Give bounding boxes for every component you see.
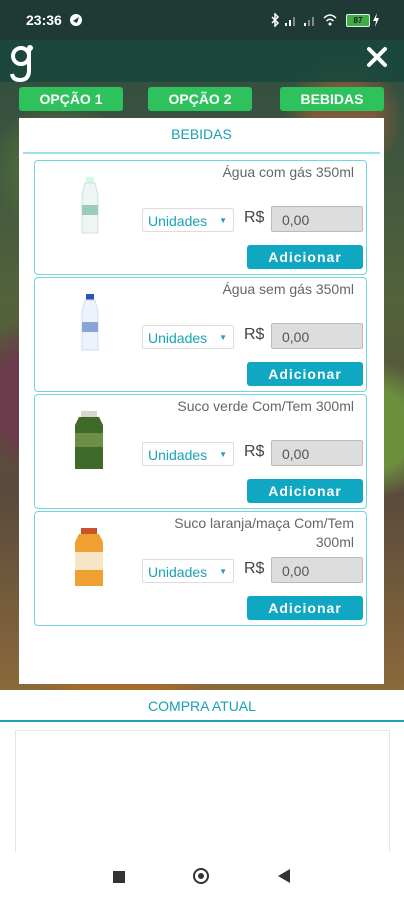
panel-divider bbox=[23, 152, 380, 154]
currency-label: R$ bbox=[244, 560, 265, 577]
currency-label: R$ bbox=[244, 326, 265, 343]
add-button[interactable]: Adicionar bbox=[247, 245, 363, 269]
add-button[interactable]: Adicionar bbox=[247, 479, 363, 503]
category-tabs: OPÇÃO 1 OPÇÃO 2 BEBIDAS bbox=[0, 87, 404, 113]
dropdown-caret-icon: ▼ bbox=[219, 450, 227, 459]
orange-juice-bottle-icon bbox=[75, 528, 103, 586]
bluetooth-icon bbox=[271, 13, 280, 27]
product-card: Água sem gás 350ml Unidades ▼ R$ 0,00 Adi… bbox=[34, 277, 367, 392]
dropdown-caret-icon: ▼ bbox=[219, 333, 227, 342]
tab-opcao-2[interactable]: OPÇÃO 2 bbox=[148, 87, 252, 111]
price-field: 0,00 bbox=[271, 206, 363, 232]
product-card: Suco verde Com/Tem 300ml Unidades ▼ R$ 0,… bbox=[34, 394, 367, 509]
tab-bebidas[interactable]: BEBIDAS bbox=[280, 87, 384, 111]
unit-select-value: Unidades bbox=[148, 447, 208, 463]
system-nav-bar bbox=[0, 852, 404, 900]
product-name: Suco verde Com/Tem 300ml bbox=[177, 398, 354, 414]
navigation-app-icon bbox=[70, 14, 82, 26]
unit-select[interactable]: Unidades ▼ bbox=[142, 442, 234, 466]
unit-select[interactable]: Unidades ▼ bbox=[142, 559, 234, 583]
price-field: 0,00 bbox=[271, 440, 363, 466]
currency-label: R$ bbox=[244, 443, 265, 460]
app-logo bbox=[8, 44, 38, 83]
product-card: Água com gás 350ml Unidades ▼ R$ 0,00 Adi… bbox=[34, 160, 367, 275]
product-name: Água sem gás 350ml bbox=[222, 281, 354, 297]
current-purchase-title: COMPRA ATUAL bbox=[148, 698, 256, 714]
price-field: 0,00 bbox=[271, 323, 363, 349]
water-bottle-blue-cap-icon bbox=[81, 294, 99, 351]
current-purchase-divider bbox=[0, 720, 404, 722]
app-header bbox=[0, 40, 404, 82]
current-purchase-header: COMPRA ATUAL bbox=[0, 690, 404, 722]
tab-opcao-1[interactable]: OPÇÃO 1 bbox=[19, 87, 123, 111]
back-icon[interactable] bbox=[278, 869, 290, 883]
wifi-icon bbox=[323, 14, 337, 26]
signal-icon-2 bbox=[304, 17, 314, 26]
unit-select[interactable]: Unidades ▼ bbox=[142, 208, 234, 232]
signal-icon bbox=[285, 17, 295, 26]
products-panel: BEBIDAS Água com gás 350ml Unidades ▼ R$ … bbox=[19, 118, 384, 684]
home-icon[interactable] bbox=[193, 868, 209, 884]
product-name: Suco laranja/maça Com/Tem 300ml bbox=[174, 515, 354, 550]
current-purchase-list bbox=[15, 730, 390, 862]
add-button[interactable]: Adicionar bbox=[247, 362, 363, 386]
add-button[interactable]: Adicionar bbox=[247, 596, 363, 620]
status-bar: 23:36 87 bbox=[0, 0, 404, 40]
panel-title: BEBIDAS bbox=[171, 126, 232, 142]
product-card: Suco laranja/maça Com/Tem 300ml Unidades… bbox=[34, 511, 367, 626]
dropdown-caret-icon: ▼ bbox=[219, 567, 227, 576]
unit-select-value: Unidades bbox=[148, 213, 208, 229]
close-icon[interactable] bbox=[364, 44, 390, 70]
unit-select[interactable]: Unidades ▼ bbox=[142, 325, 234, 349]
green-juice-bottle-icon bbox=[75, 411, 103, 469]
unit-select-value: Unidades bbox=[148, 330, 208, 346]
product-name: Água com gás 350ml bbox=[222, 164, 354, 180]
dropdown-caret-icon: ▼ bbox=[219, 216, 227, 225]
charging-icon bbox=[373, 13, 379, 27]
water-bottle-clear-icon bbox=[81, 177, 99, 234]
price-field: 0,00 bbox=[271, 557, 363, 583]
currency-label: R$ bbox=[244, 209, 265, 226]
battery-icon: 87 bbox=[346, 14, 370, 27]
logo-icon bbox=[10, 45, 33, 83]
unit-select-value: Unidades bbox=[148, 564, 208, 580]
status-time: 23:36 bbox=[26, 12, 62, 28]
recent-apps-icon[interactable] bbox=[113, 871, 125, 883]
